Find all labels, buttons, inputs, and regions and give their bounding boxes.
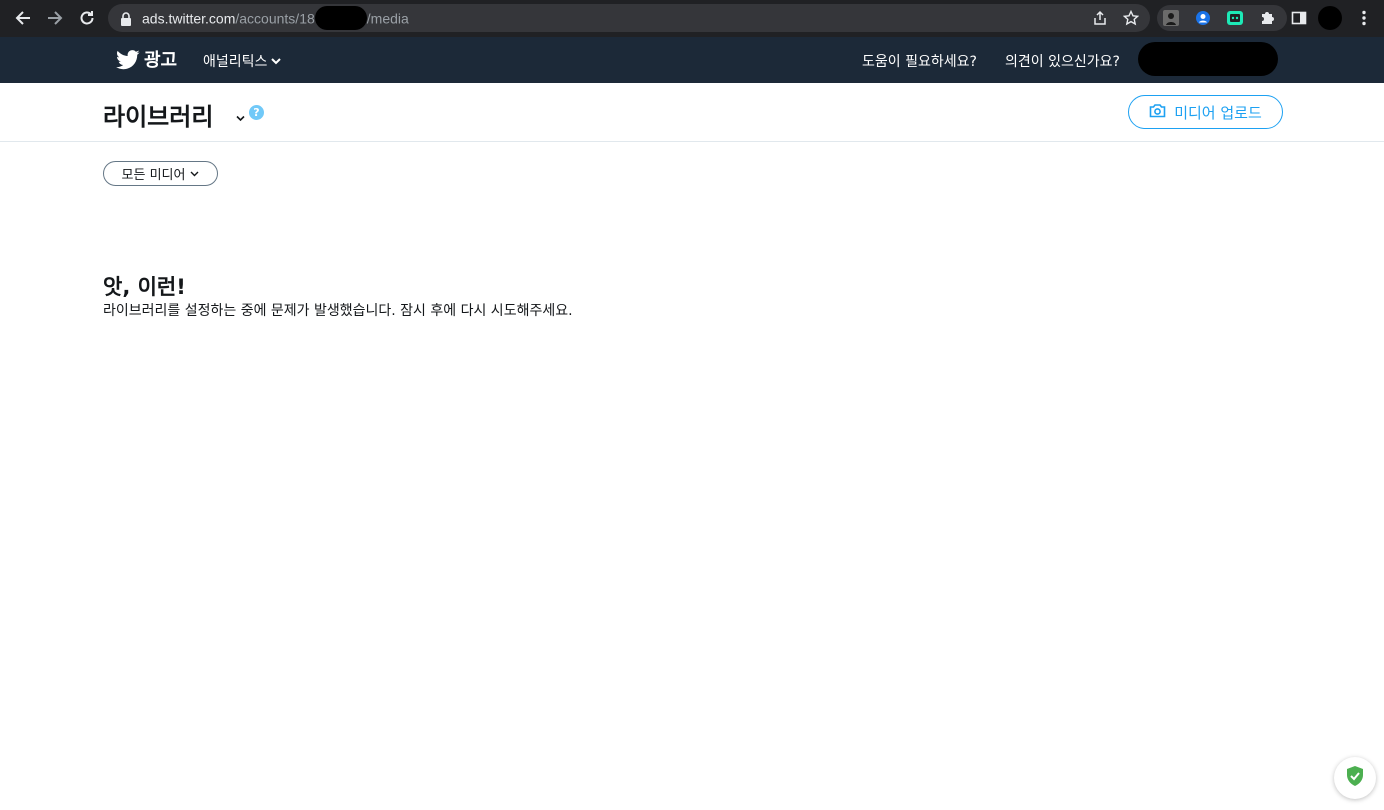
security-shield-button[interactable]	[1334, 757, 1376, 799]
help-link[interactable]: 도움이 필요하세요?	[862, 51, 977, 71]
help-icon[interactable]: ?	[249, 105, 264, 120]
ads-header: 광고 애널리틱스 도움이 필요하세요? 의견이 있으신가요?	[0, 37, 1384, 83]
profile-avatar[interactable]	[1318, 6, 1342, 30]
feedback-link[interactable]: 의견이 있으신가요?	[1005, 51, 1120, 71]
camera-icon	[1149, 103, 1166, 122]
puzzle-extensions-icon[interactable]	[1257, 8, 1277, 28]
account-menu-redacted[interactable]	[1138, 42, 1278, 76]
extensions-group	[1157, 5, 1287, 31]
error-message: 라이브러리를 설정하는 중에 문제가 발생했습니다. 잠시 후에 다시 시도해주…	[103, 303, 573, 319]
media-filter-dropdown[interactable]: 모든 미디어	[103, 161, 218, 186]
redacted-account-id	[314, 6, 367, 30]
analytics-label: 애널리틱스	[203, 54, 268, 70]
upload-media-button[interactable]: 미디어 업로드	[1128, 95, 1283, 129]
extension-icon-account[interactable]	[1193, 8, 1213, 28]
lock-icon[interactable]	[120, 11, 132, 30]
address-bar[interactable]: ads.twitter.com/accounts/18/media	[108, 4, 1150, 32]
ads-brand-label[interactable]: 광고	[144, 46, 177, 72]
upload-media-label: 미디어 업로드	[1174, 103, 1262, 122]
back-icon[interactable]	[11, 6, 35, 30]
chevron-down-icon	[271, 53, 282, 69]
url-text: ads.twitter.com/accounts/18/media	[142, 6, 409, 30]
extension-icon-robot[interactable]	[1225, 8, 1245, 28]
analytics-menu[interactable]: 애널리틱스	[203, 51, 282, 71]
chevron-down-icon[interactable]	[236, 107, 245, 126]
forward-icon[interactable]	[43, 6, 67, 30]
url-path-prefix: /accounts/18	[235, 10, 315, 27]
side-panel-icon[interactable]	[1289, 8, 1309, 28]
reload-icon[interactable]	[75, 6, 99, 30]
bookmark-star-icon[interactable]	[1121, 8, 1141, 28]
url-path-suffix: /media	[366, 10, 409, 27]
media-filter-label: 모든 미디어	[121, 168, 186, 183]
error-title: 앗, 이런!	[103, 275, 186, 299]
twitter-bird-icon[interactable]	[116, 50, 140, 74]
browser-toolbar: ads.twitter.com/accounts/18/media	[0, 0, 1384, 37]
page-header: 라이브러리 ? 미디어 업로드	[0, 83, 1384, 142]
url-host: ads.twitter.com	[142, 10, 236, 27]
shield-check-icon	[1345, 765, 1365, 791]
menu-icon[interactable]	[1354, 8, 1374, 28]
page-title[interactable]: 라이브러리	[103, 97, 213, 132]
share-icon[interactable]	[1090, 8, 1110, 28]
extension-icon-avatar[interactable]	[1161, 8, 1181, 28]
chevron-down-icon	[190, 166, 199, 181]
